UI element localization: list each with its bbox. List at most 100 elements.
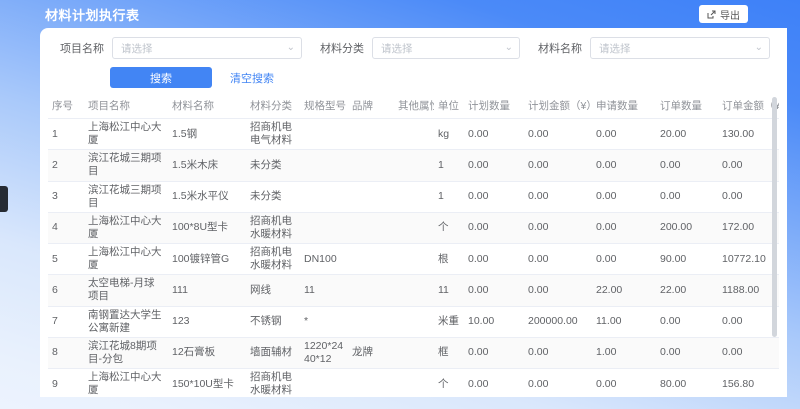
- table-cell: 9: [48, 369, 84, 398]
- clear-search-link[interactable]: 清空搜索: [230, 70, 274, 86]
- column-header: 其他属性: [394, 95, 434, 119]
- material-category-select[interactable]: 请选择 ⌄: [372, 37, 520, 59]
- table-cell: [394, 212, 434, 243]
- select-placeholder: 请选择: [599, 41, 631, 56]
- column-header: 项目名称: [84, 95, 168, 119]
- table-cell: 11: [434, 275, 464, 306]
- table-cell: 5: [48, 244, 84, 275]
- chevron-down-icon: ⌄: [505, 42, 513, 53]
- table-cell: 框: [434, 337, 464, 368]
- table-cell: 0.00: [524, 337, 592, 368]
- table-cell: 7: [48, 306, 84, 337]
- table-cell: 172.00: [718, 212, 779, 243]
- table-cell: kg: [434, 119, 464, 150]
- table-cell: 6: [48, 275, 84, 306]
- select-placeholder: 请选择: [121, 41, 153, 56]
- table-cell: 龙牌: [348, 337, 394, 368]
- project-name-select[interactable]: 请选择 ⌄: [112, 37, 302, 59]
- column-header: 计划金额（¥）: [524, 95, 592, 119]
- table-cell: 1: [434, 150, 464, 181]
- table-cell: 150*10U型卡: [168, 369, 246, 398]
- table-cell: 根: [434, 244, 464, 275]
- table-cell: 0.00: [524, 212, 592, 243]
- table-row: 9上海松江中心大厦150*10U型卡招商机电 水暖材料个0.000.000.00…: [48, 369, 779, 398]
- table-cell: 0.00: [524, 150, 592, 181]
- column-header: 申请数量: [592, 95, 656, 119]
- table-cell: [348, 275, 394, 306]
- table-cell: 太空电梯-月球项目: [84, 275, 168, 306]
- column-header: 材料名称: [168, 95, 246, 119]
- table-cell: 0.00: [718, 306, 779, 337]
- chevron-down-icon: ⌄: [755, 42, 763, 53]
- table-cell: 上海松江中心大厦: [84, 244, 168, 275]
- table-cell: 10.00: [464, 306, 524, 337]
- table-header-row: 序号项目名称材料名称材料分类规格型号品牌其他属性单位计划数量计划金额（¥）申请数…: [48, 95, 779, 119]
- table-cell: [394, 119, 434, 150]
- filter-project-name: 项目名称 请选择 ⌄: [60, 37, 302, 59]
- column-header: 序号: [48, 95, 84, 119]
- filter-label: 材料名称: [538, 40, 582, 56]
- page-title: 材料计划执行表: [45, 5, 140, 24]
- table-row: 1上海松江中心大厦1.5钢招商机电 电气材料kg0.000.000.0020.0…: [48, 119, 779, 150]
- table-row: 2滨江花城三期项目1.5米木床未分类10.000.000.000.000.00: [48, 150, 779, 181]
- column-header: 计划数量: [464, 95, 524, 119]
- table-cell: 0.00: [464, 212, 524, 243]
- filter-label: 材料分类: [320, 40, 364, 56]
- table-cell: *: [300, 306, 348, 337]
- table-cell: 8: [48, 337, 84, 368]
- table-cell: 墙面辅材: [246, 337, 300, 368]
- table-cell: 0.00: [524, 244, 592, 275]
- action-bar: 搜索 清空搜索: [40, 59, 787, 95]
- table-cell: 滨江花城三期项目: [84, 150, 168, 181]
- table-cell: 90.00: [656, 244, 718, 275]
- table-row: 8滨江花城8期项目-分包12石膏板墙面辅材1220*2440*12龙牌框0.00…: [48, 337, 779, 368]
- table-cell: 上海松江中心大厦: [84, 212, 168, 243]
- table-cell: 200.00: [656, 212, 718, 243]
- table-cell: 100*8U型卡: [168, 212, 246, 243]
- table-cell: 111: [168, 275, 246, 306]
- table-cell: 上海松江中心大厦: [84, 369, 168, 398]
- table-cell: [300, 150, 348, 181]
- column-header: 规格型号: [300, 95, 348, 119]
- material-name-select[interactable]: 请选择 ⌄: [590, 37, 770, 59]
- table-cell: 0.00: [656, 181, 718, 212]
- table-cell: 招商机电 水暖材料: [246, 369, 300, 398]
- table-cell: 11.00: [592, 306, 656, 337]
- table-cell: 80.00: [656, 369, 718, 398]
- table-cell: 滨江花城三期项目: [84, 181, 168, 212]
- table-cell: 滨江花城8期项目-分包: [84, 337, 168, 368]
- table-cell: 0.00: [464, 119, 524, 150]
- table-cell: [348, 244, 394, 275]
- table-cell: 0.00: [464, 275, 524, 306]
- table-cell: 不锈钢: [246, 306, 300, 337]
- table-cell: 1.5钢: [168, 119, 246, 150]
- table-cell: [394, 369, 434, 398]
- table-cell: 0.00: [464, 150, 524, 181]
- table-cell: 3: [48, 181, 84, 212]
- table-cell: 123: [168, 306, 246, 337]
- filter-material-name: 材料名称 请选择 ⌄: [538, 37, 770, 59]
- table-cell: [348, 212, 394, 243]
- export-button[interactable]: 导出: [699, 5, 748, 23]
- table-cell: 0.00: [464, 369, 524, 398]
- table-cell: 0.00: [718, 181, 779, 212]
- table-cell: [300, 181, 348, 212]
- table-row: 5上海松江中心大厦100镀锌管G招商机电 水暖材料DN100根0.000.000…: [48, 244, 779, 275]
- table-cell: [348, 150, 394, 181]
- drawer-toggle-handle[interactable]: [0, 186, 8, 212]
- search-button[interactable]: 搜索: [110, 67, 212, 88]
- table-cell: 0.00: [592, 119, 656, 150]
- export-label: 导出: [720, 7, 740, 22]
- table-cell: 156.80: [718, 369, 779, 398]
- vertical-scrollbar[interactable]: [772, 97, 777, 337]
- table-cell: 20.00: [656, 119, 718, 150]
- table-cell: [394, 337, 434, 368]
- content-card: 项目名称 请选择 ⌄ 材料分类 请选择 ⌄ 材料名称 请选择 ⌄ 搜索 清空搜索: [40, 28, 787, 397]
- table-cell: 招商机电 水暖材料: [246, 244, 300, 275]
- table-cell: [348, 369, 394, 398]
- table-cell: 0.00: [464, 181, 524, 212]
- table-cell: 1.5米木床: [168, 150, 246, 181]
- table-cell: 1: [48, 119, 84, 150]
- table-cell: 200000.00: [524, 306, 592, 337]
- table-cell: 个: [434, 369, 464, 398]
